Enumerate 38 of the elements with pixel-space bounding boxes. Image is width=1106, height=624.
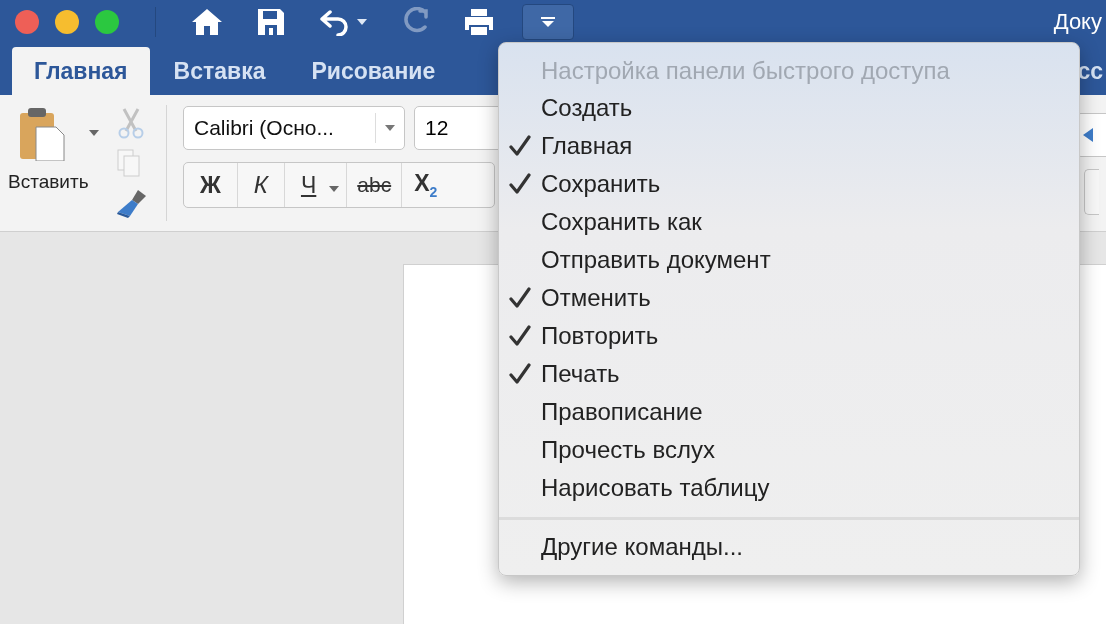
menu-item[interactable]: Другие команды... xyxy=(499,528,1079,566)
menu-item[interactable]: Сохранить как xyxy=(499,203,1079,241)
menu-item[interactable]: Отправить документ xyxy=(499,241,1079,279)
ribbon-tab[interactable]: Рисование xyxy=(289,47,458,95)
caret-icon xyxy=(88,129,100,137)
menu-item[interactable]: Повторить xyxy=(499,317,1079,355)
menu-item[interactable]: Прочесть вслух xyxy=(499,431,1079,469)
paste-button[interactable]: Вставить xyxy=(8,105,100,205)
clipboard-icon xyxy=(18,105,68,161)
customize-toolbar-button[interactable] xyxy=(522,4,574,40)
strikethrough-button[interactable]: abc xyxy=(347,163,403,207)
menu-item[interactable]: Печать xyxy=(499,355,1079,393)
zoom-button[interactable] xyxy=(95,10,119,34)
menu-heading: Настройка панели быстрого доступа xyxy=(540,56,951,86)
paintbrush-icon xyxy=(116,188,148,218)
caret-icon xyxy=(356,18,368,26)
printer-icon xyxy=(462,7,496,37)
caret-icon xyxy=(328,184,341,193)
bold-button[interactable]: Ж xyxy=(184,163,238,207)
caret-icon xyxy=(540,16,556,28)
home-icon xyxy=(190,7,224,37)
scissors-icon xyxy=(116,107,146,139)
ribbon-tab[interactable]: Вставка xyxy=(151,47,288,95)
menu-item[interactable]: Отменить xyxy=(499,279,1079,317)
caret-icon xyxy=(384,124,396,132)
ribbon-tab[interactable]: Главная xyxy=(12,47,150,95)
undo-icon xyxy=(318,8,350,36)
window-title: Доку xyxy=(1053,9,1102,35)
menu-item[interactable]: Нарисовать таблицу xyxy=(499,469,1079,507)
font-field[interactable]: Calibri (Осно... xyxy=(183,106,405,150)
menu-item[interactable]: Правописание xyxy=(499,393,1079,431)
menu-item[interactable]: Сохранить xyxy=(499,165,1079,203)
italic-button[interactable]: К xyxy=(237,163,285,207)
arrow-icon xyxy=(1083,128,1093,142)
subscript-button[interactable]: X$_{2}$ xyxy=(402,163,450,207)
minimize-button[interactable] xyxy=(55,10,79,34)
copy-icon xyxy=(116,148,142,178)
underline-button[interactable]: Ч xyxy=(284,163,323,207)
